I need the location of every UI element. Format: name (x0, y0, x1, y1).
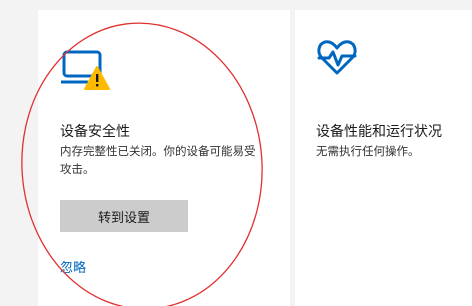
laptop-warning-icon (61, 50, 110, 90)
go-to-settings-button[interactable]: 转到设置 (60, 200, 188, 232)
security-app-page: 设备安全性 内存完整性已关闭。你的设备可能易受攻击。 转到设置 忽略 设备性能和… (0, 0, 472, 306)
device-security-title: 设备安全性 (60, 124, 130, 140)
heart-pulse-icon (317, 40, 357, 75)
device-security-description: 内存完整性已关闭。你的设备可能易受攻击。 (60, 144, 256, 176)
top-divider (0, 0, 472, 10)
ignore-link[interactable]: 忽略 (60, 257, 86, 276)
device-performance-description: 无需执行任何操作。 (316, 144, 420, 158)
device-performance-title: 设备性能和运行状况 (316, 124, 442, 140)
